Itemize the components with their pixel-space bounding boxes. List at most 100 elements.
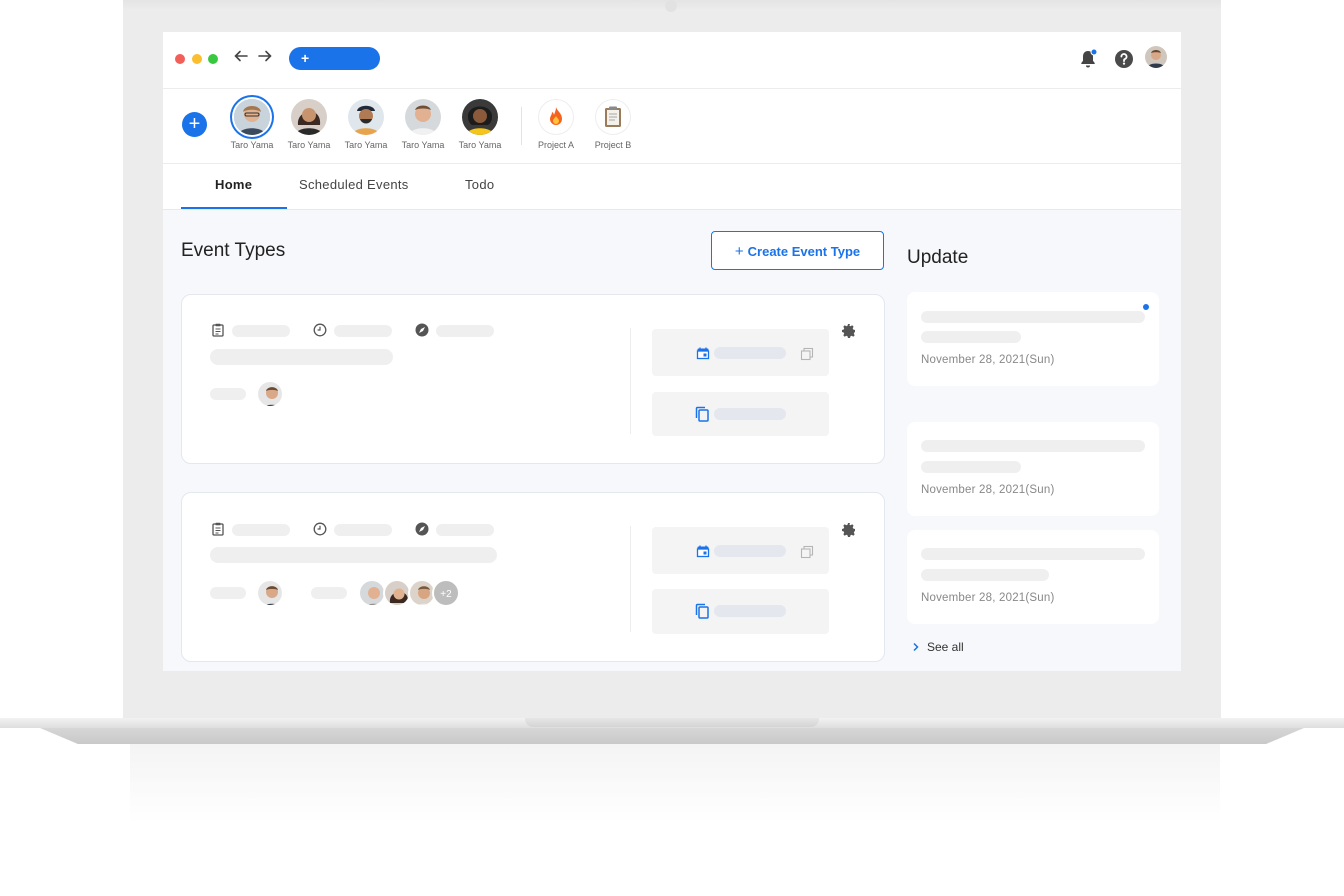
forward-arrow-icon[interactable] [258,49,272,63]
tab-bar: Home Scheduled Events Todo [163,164,1181,210]
copy-icon [695,603,709,619]
person-name: Taro Yama [401,140,445,150]
laptop-base [0,718,1344,744]
placeholder-bar [921,461,1021,473]
placeholder-bar [436,524,494,536]
placeholder-bar [921,311,1145,323]
placeholder-bar [210,587,246,599]
event-link-panel[interactable] [652,329,829,376]
placeholder-bar [311,587,347,599]
update-date: November 28, 2021(Sun) [921,592,1055,604]
card-divider [630,526,631,632]
create-event-type-button[interactable]: + Create Event Type [711,231,884,270]
placeholder-bar [714,605,786,617]
project-name: Project A [537,140,575,150]
updates-title: Update [907,247,969,268]
camera [665,0,677,12]
base-notch [525,718,819,727]
participant-avatar [358,579,386,607]
placeholder-bar [210,388,246,400]
update-item[interactable]: November 28, 2021(Sun) [907,530,1159,624]
plus-icon: + [734,243,744,260]
person-item[interactable]: Taro Yama [336,99,396,150]
event-type-card[interactable]: +2 [181,492,885,662]
window-minimize-button[interactable] [192,54,202,64]
update-date: November 28, 2021(Sun) [921,484,1055,496]
calendar-icon [696,545,710,558]
clock-icon [313,323,327,337]
project-item[interactable]: Project A [526,99,586,150]
placeholder-bar [334,524,392,536]
person-avatar [291,99,327,135]
gear-icon[interactable] [841,323,857,339]
active-tab-indicator [181,207,287,209]
copy-icon[interactable] [800,545,814,559]
placeholder-bar [714,545,786,557]
person-item[interactable]: Taro Yama [450,99,510,150]
copy-link-panel[interactable] [652,392,829,436]
placeholder-bar [921,569,1049,581]
person-item[interactable]: Taro Yama [393,99,453,150]
placeholder-bar [921,548,1145,560]
divider [521,107,522,145]
fire-icon [538,99,574,135]
project-item[interactable]: Project B [583,99,643,150]
tab-home[interactable]: Home [215,177,252,192]
tab-todo[interactable]: Todo [465,177,494,192]
card-divider [630,328,631,434]
person-avatar [234,99,270,135]
new-button-label: + [301,50,310,66]
calendar-icon [696,347,710,360]
add-member-button[interactable]: + [182,112,207,137]
person-item[interactable]: Taro Yama [279,99,339,150]
people-bar: + Taro Yama Taro Yama Taro Yama Taro Yam… [163,89,1181,164]
page-title: Event Types [181,240,286,261]
create-event-type-label: Create Event Type [747,244,861,259]
bell-icon[interactable] [1077,48,1099,70]
copy-icon[interactable] [800,347,814,361]
user-avatar[interactable] [1145,46,1167,68]
person-name: Taro Yama [230,140,274,150]
host-avatar [256,579,284,607]
event-link-panel[interactable] [652,527,829,574]
see-all-link[interactable]: See all [911,640,964,654]
placeholder-bar [210,349,393,365]
window-close-button[interactable] [175,54,185,64]
placeholder-bar [714,347,786,359]
copy-link-panel[interactable] [652,589,829,634]
see-all-label: See all [927,640,964,654]
back-arrow-icon[interactable] [234,49,248,63]
extra-participants-badge[interactable]: +2 [432,579,460,607]
placeholder-bar [210,547,497,563]
laptop-shadow [130,744,1220,824]
clipboard-icon [212,522,224,536]
update-item[interactable]: November 28, 2021(Sun) [907,292,1159,386]
participant-avatar [383,579,411,607]
help-icon[interactable] [1113,48,1135,70]
clock-icon [313,522,327,536]
title-bar: + [163,32,1181,89]
compass-icon [415,522,429,536]
app-window: + + Taro Yama Taro Yama Taro Yama Taro Y… [163,32,1181,671]
person-avatar [405,99,441,135]
host-avatar [256,380,284,408]
person-avatar [462,99,498,135]
copy-icon [695,406,709,422]
placeholder-bar [436,325,494,337]
placeholder-bar [921,331,1021,343]
base-bottom [40,728,1304,744]
person-avatar [348,99,384,135]
placeholder-bar [921,440,1145,452]
person-name: Taro Yama [287,140,331,150]
tab-scheduled-events[interactable]: Scheduled Events [299,177,409,192]
event-type-card[interactable] [181,294,885,464]
person-item[interactable]: Taro Yama [222,99,282,150]
window-maximize-button[interactable] [208,54,218,64]
new-button[interactable]: + [289,47,380,70]
gear-icon[interactable] [841,522,857,538]
clipboard-icon [212,323,224,337]
update-item[interactable]: November 28, 2021(Sun) [907,422,1159,516]
chevron-right-icon [913,642,919,652]
placeholder-bar [334,325,392,337]
placeholder-bar [232,325,290,337]
